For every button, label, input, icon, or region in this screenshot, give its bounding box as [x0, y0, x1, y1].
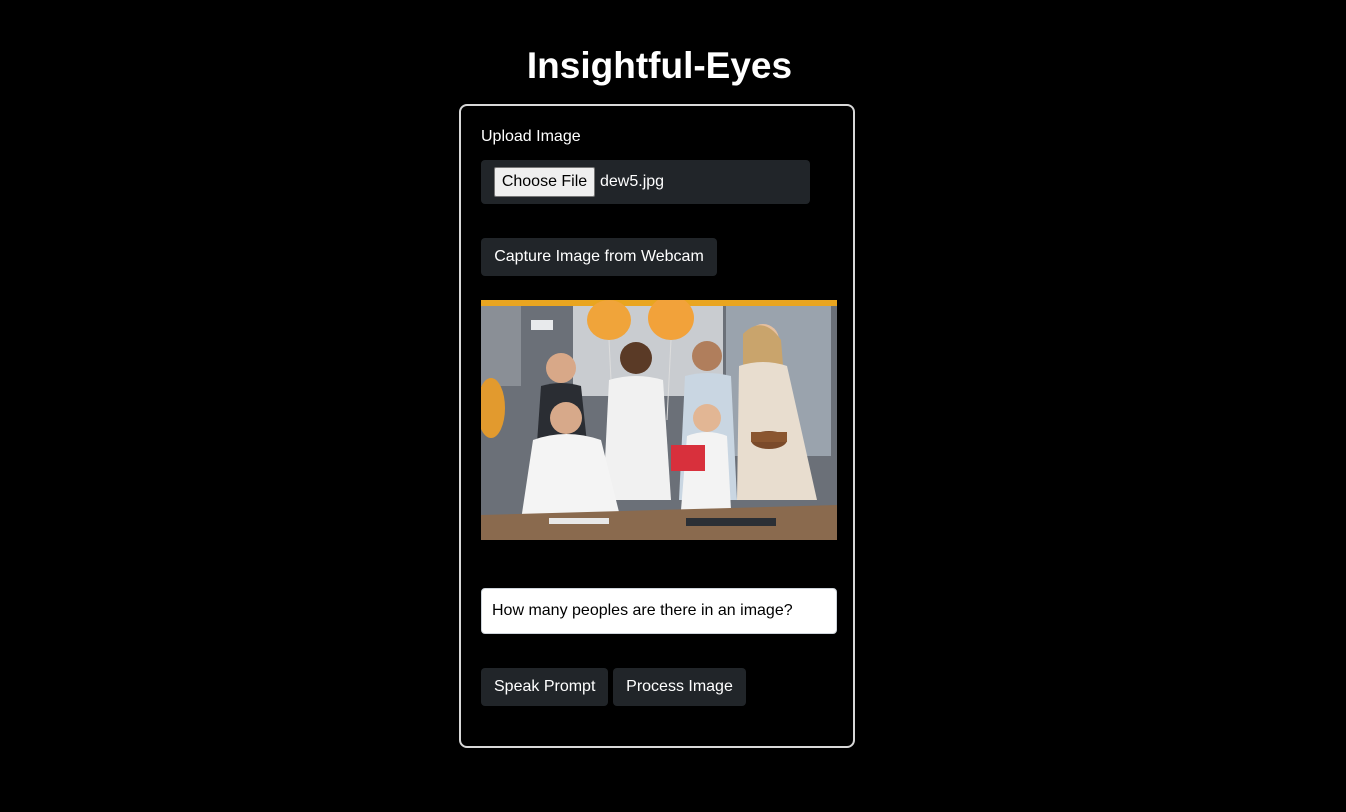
choose-file-button[interactable]: Choose File — [494, 167, 595, 197]
prompt-input[interactable] — [481, 588, 837, 634]
process-image-button[interactable]: Process Image — [613, 668, 746, 706]
file-input[interactable]: Choose File dew5.jpg — [481, 160, 810, 204]
speak-prompt-button[interactable]: Speak Prompt — [481, 668, 608, 706]
upload-image-label: Upload Image — [481, 128, 581, 145]
selected-file-name: dew5.jpg — [600, 173, 665, 190]
capture-webcam-button[interactable]: Capture Image from Webcam — [481, 238, 717, 276]
preview-photo — [481, 300, 837, 540]
app-title: Insightful-Eyes — [526, 45, 793, 86]
image-preview — [481, 300, 837, 540]
